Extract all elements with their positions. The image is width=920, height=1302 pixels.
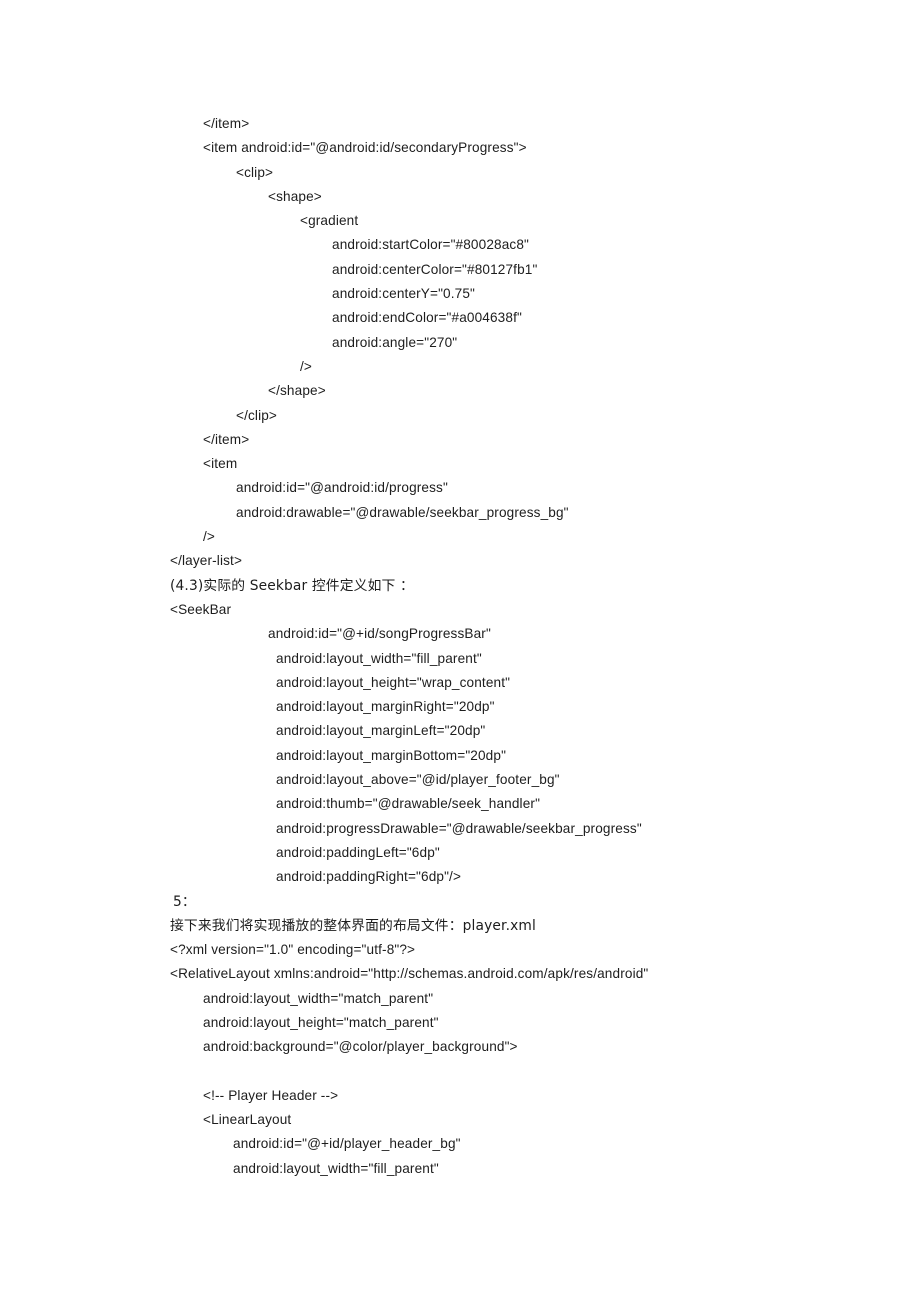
code-line: android:startColor="#80028ac8": [332, 237, 529, 253]
code-line: <item: [203, 456, 238, 472]
code-line: android:background="@color/player_backgr…: [203, 1039, 518, 1055]
code-line: <SeekBar: [170, 601, 232, 617]
code-line: <clip>: [236, 164, 274, 180]
code-line: android:layout_width="match_parent": [203, 990, 434, 1006]
code-line: android:centerY="0.75": [332, 286, 476, 302]
code-line: android:centerColor="#80127fb1": [332, 261, 538, 277]
code-line: <RelativeLayout xmlns:android="http://sc…: [170, 966, 649, 982]
code-line: android:angle="270": [332, 334, 458, 350]
code-line: android:paddingLeft="6dp": [276, 844, 440, 860]
code-line: android:layout_height="wrap_content": [276, 674, 511, 690]
code-line: android:layout_marginRight="20dp": [276, 699, 495, 715]
code-line: android:progressDrawable="@drawable/seek…: [276, 820, 642, 836]
code-line: android:paddingRight="6dp"/>: [276, 869, 462, 885]
code-line: android:id="@+id/player_header_bg": [233, 1136, 461, 1152]
code-line: android:layout_height="match_parent": [203, 1014, 439, 1030]
code-line: </item>: [203, 431, 250, 447]
code-line: android:layout_marginBottom="20dp": [276, 747, 507, 763]
code-line: <shape>: [268, 188, 322, 204]
code-line: <!-- Player Header -->: [203, 1087, 339, 1103]
code-line: android:endColor="#a004638f": [332, 310, 522, 326]
code-line: android:layout_width="fill_parent": [233, 1160, 439, 1176]
code-line: </item>: [203, 116, 250, 131]
document-page: </item> <item android:id="@android:id/sec…: [0, 0, 920, 1302]
code-line: android:id="@+id/songProgressBar": [268, 626, 491, 642]
code-line: (4.3)实际的 Seekbar 控件定义如下 ：: [170, 577, 414, 594]
code-line: />: [300, 358, 312, 374]
code-line: </shape>: [268, 383, 326, 399]
code-line: android:layout_above="@id/player_footer_…: [276, 772, 560, 788]
code-line: android:layout_marginLeft="20dp": [276, 723, 486, 739]
code-line: android:thumb="@drawable/seek_handler": [276, 796, 541, 812]
code-line: <item android:id="@android:id/secondaryP…: [203, 140, 527, 156]
code-line: <?xml version="1.0" encoding="utf-8"?>: [170, 942, 416, 958]
code-line: </clip>: [236, 407, 278, 423]
code-line: android:id="@android:id/progress": [236, 480, 448, 496]
code-line: android:layout_width="fill_parent": [276, 650, 482, 666]
code-line: />: [203, 529, 215, 545]
code-line: </layer-list>: [170, 553, 243, 569]
code-line: 5：: [173, 893, 196, 910]
code-line: 接下来我们将实现播放的整体界面的布局文件：player.xml: [170, 917, 536, 934]
code-line: <gradient: [300, 213, 359, 229]
code-listing: </item> <item android:id="@android:id/sec…: [170, 112, 910, 1181]
code-line: android:drawable="@drawable/seekbar_prog…: [236, 504, 569, 520]
code-line: <LinearLayout: [203, 1112, 292, 1128]
